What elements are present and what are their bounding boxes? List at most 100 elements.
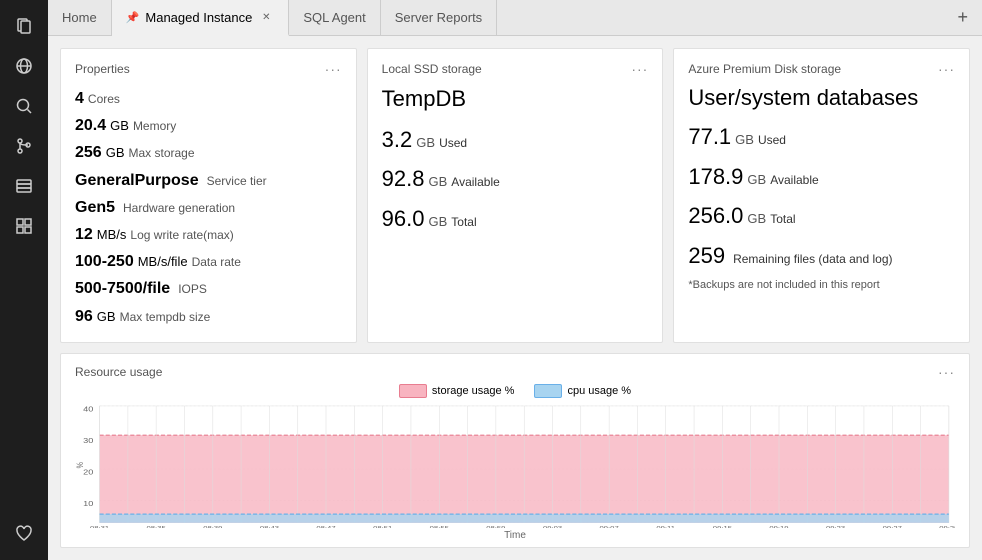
local-ssd-used: 3.2 GB Used bbox=[382, 120, 649, 160]
search-icon[interactable] bbox=[6, 88, 42, 124]
tab-sql-agent-label: SQL Agent bbox=[303, 10, 365, 25]
azure-disk-db-title: User/system databases bbox=[688, 85, 955, 111]
database-icon[interactable] bbox=[6, 168, 42, 204]
legend-cpu: cpu usage % bbox=[534, 384, 631, 398]
svg-text:09:15: 09:15 bbox=[713, 525, 732, 528]
svg-text:30: 30 bbox=[83, 437, 94, 445]
properties-menu[interactable]: ··· bbox=[325, 61, 342, 77]
svg-text:09:19: 09:19 bbox=[769, 525, 788, 528]
prop-hw-gen: Gen5 Hardware generation bbox=[75, 194, 342, 221]
prop-memory-value: 20.4 bbox=[75, 112, 106, 139]
svg-text:%: % bbox=[75, 461, 85, 468]
pin-icon: 📌 bbox=[126, 11, 140, 24]
azure-remaining: 259 Remaining files (data and log) bbox=[688, 236, 955, 276]
svg-text:10: 10 bbox=[83, 500, 94, 508]
local-ssd-available-value: 92.8 bbox=[382, 159, 425, 199]
svg-text:08:35: 08:35 bbox=[147, 525, 166, 528]
grid-icon[interactable] bbox=[6, 208, 42, 244]
branch-icon[interactable] bbox=[6, 128, 42, 164]
azure-available: 178.9 GB Available bbox=[688, 157, 955, 197]
resource-usage-card: Resource usage ··· storage usage % cpu u… bbox=[60, 353, 970, 548]
azure-used: 77.1 GB Used bbox=[688, 117, 955, 157]
legend-cpu-label: cpu usage % bbox=[567, 385, 631, 397]
azure-remaining-value: 259 bbox=[688, 236, 725, 276]
local-ssd-card: Local SSD storage ··· TempDB 3.2 GB Used… bbox=[367, 48, 664, 343]
svg-text:20: 20 bbox=[83, 468, 94, 476]
svg-text:08:31: 08:31 bbox=[90, 525, 109, 528]
properties-card-header: Properties ··· bbox=[75, 61, 342, 77]
prop-tempdb-size-value: 96 bbox=[75, 303, 93, 330]
prop-tempdb-size: 96 GB Max tempdb size bbox=[75, 303, 342, 330]
prop-memory: 20.4 GB Memory bbox=[75, 112, 342, 139]
azure-total-value: 256.0 bbox=[688, 196, 743, 236]
chart-area: 40 30 20 10 % bbox=[75, 402, 955, 528]
prop-data-rate-value: 100-250 bbox=[75, 248, 134, 275]
local-ssd-title: Local SSD storage bbox=[382, 62, 482, 76]
cards-row: Properties ··· 4 Cores 20.4 GB Memory 25… bbox=[60, 48, 970, 343]
prop-max-storage: 256 GB Max storage bbox=[75, 139, 342, 166]
x-axis-label: Time bbox=[75, 530, 955, 541]
prop-max-storage-value: 256 bbox=[75, 139, 102, 166]
legend-storage-label: storage usage % bbox=[432, 385, 515, 397]
tab-home-label: Home bbox=[62, 10, 97, 25]
prop-service-tier-value: GeneralPurpose bbox=[75, 167, 199, 194]
azure-used-value: 77.1 bbox=[688, 117, 731, 157]
svg-text:40: 40 bbox=[83, 405, 94, 413]
storage-swatch bbox=[399, 384, 427, 398]
local-ssd-menu[interactable]: ··· bbox=[631, 61, 648, 77]
tab-server-reports[interactable]: Server Reports bbox=[381, 0, 497, 35]
resource-usage-menu[interactable]: ··· bbox=[938, 364, 955, 380]
azure-disk-card: Azure Premium Disk storage ··· User/syst… bbox=[673, 48, 970, 343]
svg-text:09:29: 09:29 bbox=[939, 525, 955, 528]
local-ssd-used-value: 3.2 bbox=[382, 120, 413, 160]
svg-text:08:39: 08:39 bbox=[203, 525, 222, 528]
prop-log-write: 12 MB/s Log write rate(max) bbox=[75, 221, 342, 248]
svg-text:09:27: 09:27 bbox=[883, 525, 902, 528]
svg-text:09:11: 09:11 bbox=[656, 525, 675, 528]
svg-text:08:43: 08:43 bbox=[260, 525, 279, 528]
sidebar bbox=[0, 0, 48, 560]
azure-total: 256.0 GB Total bbox=[688, 196, 955, 236]
azure-disk-menu[interactable]: ··· bbox=[938, 61, 955, 77]
svg-text:09:07: 09:07 bbox=[600, 525, 619, 528]
svg-text:08:55: 08:55 bbox=[430, 525, 449, 528]
tab-close-icon[interactable]: ✕ bbox=[258, 9, 274, 25]
prop-iops-value: 500-7500/file bbox=[75, 275, 170, 302]
chart-legend: storage usage % cpu usage % bbox=[75, 384, 955, 398]
prop-cores: 4 Cores bbox=[75, 85, 342, 112]
svg-text:08:51: 08:51 bbox=[373, 525, 392, 528]
local-ssd-db-title: TempDB bbox=[382, 85, 649, 114]
svg-text:09:23: 09:23 bbox=[826, 525, 845, 528]
chart-svg: 40 30 20 10 % bbox=[75, 402, 955, 528]
local-ssd-total: 96.0 GB Total bbox=[382, 199, 649, 239]
svg-text:08:59: 08:59 bbox=[486, 525, 505, 528]
prop-cores-value: 4 bbox=[75, 85, 84, 112]
properties-card: Properties ··· 4 Cores 20.4 GB Memory 25… bbox=[60, 48, 357, 343]
resource-usage-title: Resource usage bbox=[75, 365, 162, 379]
heart-icon[interactable] bbox=[6, 516, 42, 552]
cpu-swatch bbox=[534, 384, 562, 398]
prop-data-rate: 100-250 MB/s/file Data rate bbox=[75, 248, 342, 275]
chart-header: Resource usage ··· bbox=[75, 364, 955, 380]
azure-disk-title: Azure Premium Disk storage bbox=[688, 62, 841, 76]
svg-text:08:47: 08:47 bbox=[316, 525, 335, 528]
tab-home[interactable]: Home bbox=[48, 0, 112, 35]
tab-sql-agent[interactable]: SQL Agent bbox=[289, 0, 380, 35]
local-ssd-total-value: 96.0 bbox=[382, 199, 425, 239]
prop-log-write-value: 12 bbox=[75, 221, 93, 248]
tab-managed-instance[interactable]: 📌 Managed Instance ✕ bbox=[112, 0, 290, 36]
tab-bar: Home 📌 Managed Instance ✕ SQL Agent Serv… bbox=[48, 0, 982, 36]
content-area: Properties ··· 4 Cores 20.4 GB Memory 25… bbox=[48, 36, 982, 560]
local-ssd-available: 92.8 GB Available bbox=[382, 159, 649, 199]
pages-icon[interactable] bbox=[6, 8, 42, 44]
local-ssd-header: Local SSD storage ··· bbox=[382, 61, 649, 77]
svg-text:09:03: 09:03 bbox=[543, 525, 562, 528]
globe-icon[interactable] bbox=[6, 48, 42, 84]
azure-note: *Backups are not included in this report bbox=[688, 279, 955, 291]
prop-service-tier: GeneralPurpose Service tier bbox=[75, 167, 342, 194]
add-tab-button[interactable]: + bbox=[943, 0, 982, 35]
tab-managed-instance-label: Managed Instance bbox=[145, 10, 252, 25]
prop-iops: 500-7500/file IOPS bbox=[75, 275, 342, 302]
prop-hw-gen-value: Gen5 bbox=[75, 194, 115, 221]
properties-title: Properties bbox=[75, 62, 130, 76]
